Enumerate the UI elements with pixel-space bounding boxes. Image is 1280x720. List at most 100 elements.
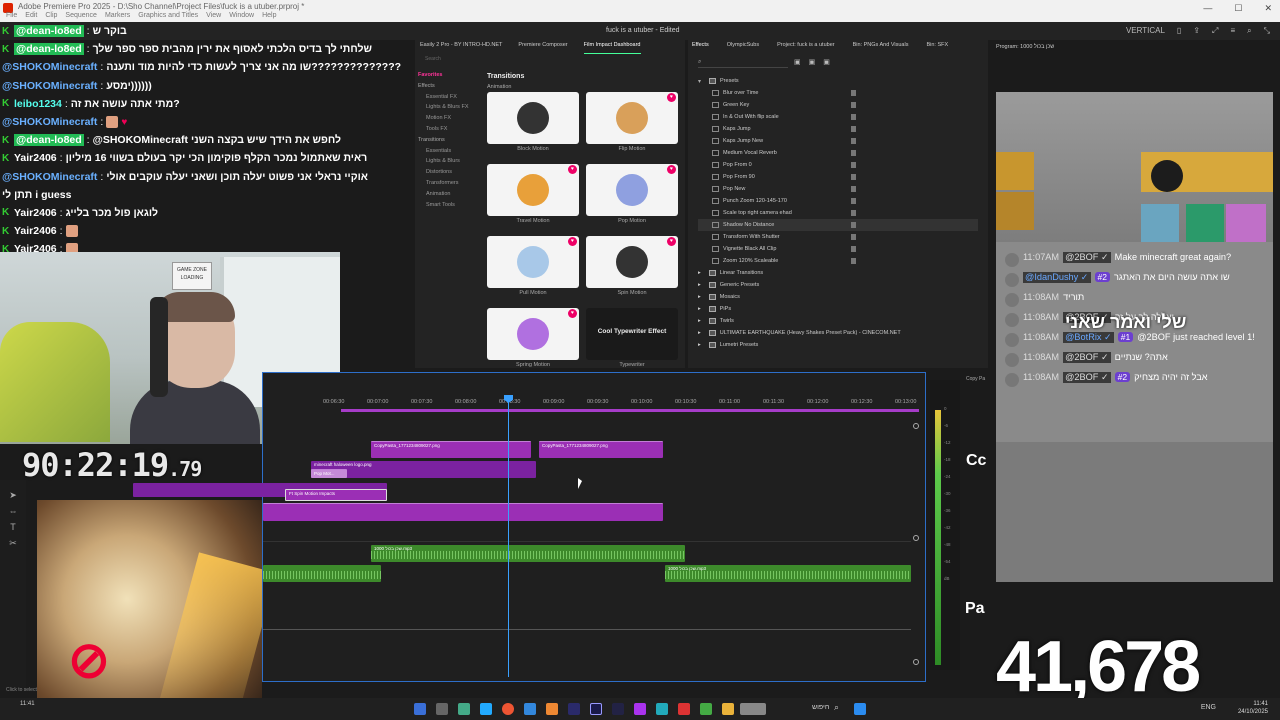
- track-scroll-icon[interactable]: [913, 423, 919, 429]
- audition-icon[interactable]: [568, 703, 580, 715]
- chat-username[interactable]: Yair2406: [14, 152, 57, 164]
- menu-item[interactable]: Clip: [45, 12, 57, 19]
- expand-caret-icon[interactable]: ▸: [698, 330, 701, 336]
- chat-username[interactable]: @SHOKOMinecraft: [2, 80, 97, 92]
- preset-folder[interactable]: ▸ Lumetri Presets: [698, 339, 978, 351]
- fx-sidebar-item[interactable]: Lights & Blurs: [418, 158, 486, 169]
- fx-sidebar-item[interactable]: Essentials: [418, 148, 486, 159]
- effects-tab[interactable]: OlympicSubs: [727, 42, 759, 48]
- chat-username[interactable]: leibo1234: [14, 98, 62, 110]
- video-clip[interactable]: CopyPasta_1771234809027.png: [371, 441, 531, 458]
- selection-tool-icon[interactable]: ➤: [0, 490, 26, 506]
- expand-caret-icon[interactable]: ▸: [698, 294, 701, 300]
- chat-username[interactable]: @2BOF ✓: [1063, 352, 1111, 363]
- preset-item[interactable]: Green Key: [698, 99, 978, 111]
- workspace-label[interactable]: VERTICAL: [1126, 26, 1165, 36]
- preset-folder[interactable]: ▸ PiPs: [698, 303, 978, 315]
- fx-search-input[interactable]: Search: [425, 56, 485, 66]
- preset-item[interactable]: Kaps Jump: [698, 123, 978, 135]
- preset-folder[interactable]: ▸ Linear Transitions: [698, 267, 978, 279]
- panel-icon[interactable]: ▯: [1177, 26, 1181, 36]
- playhead[interactable]: [508, 395, 509, 677]
- chat-username[interactable]: @dean-lo8ed: [14, 25, 84, 38]
- fx-tab[interactable]: Film Impact Dashboard: [583, 42, 641, 54]
- menu-item[interactable]: Markers: [105, 12, 130, 19]
- track-scroll-icon[interactable]: [913, 659, 919, 665]
- fx-sidebar-item[interactable]: Animation: [418, 191, 486, 202]
- language-indicator[interactable]: ENG: [1201, 704, 1216, 711]
- menu-item[interactable]: Window: [229, 12, 254, 19]
- video-clip[interactable]: CopyPasta_1771234809027.png: [539, 441, 663, 458]
- chat-username[interactable]: @SHOKOMinecraft: [2, 61, 97, 73]
- minimize-icon[interactable]: —: [1203, 3, 1212, 14]
- accelerated-icon[interactable]: ▣: [794, 58, 801, 66]
- track-scroll-icon[interactable]: [913, 535, 919, 541]
- fx-sidebar-item[interactable]: Lights & Blurs FX: [418, 104, 486, 115]
- preset-item[interactable]: Zoom 120% Scaleable: [698, 255, 978, 267]
- preset-item[interactable]: In & Out With flip scale: [698, 111, 978, 123]
- chat-username[interactable]: @2BOF ✓: [1063, 252, 1111, 263]
- photoshop-icon[interactable]: [612, 703, 624, 715]
- fx-sidebar-item[interactable]: Motion FX: [418, 115, 486, 126]
- chat-username[interactable]: @dean-lo8ed: [14, 134, 84, 147]
- preset-item[interactable]: Scale top right camera ehad: [698, 207, 978, 219]
- preset-item[interactable]: Vignette Black All Clip: [698, 243, 978, 255]
- preset-item[interactable]: Pop From 0: [698, 159, 978, 171]
- fx-sidebar-item[interactable]: Effects: [418, 83, 486, 94]
- preset-item[interactable]: Kaps Jump New: [698, 135, 978, 147]
- fx-sidebar-item[interactable]: Essential FX: [418, 94, 486, 105]
- premiere-icon[interactable]: [590, 703, 602, 715]
- search-icon[interactable]: ⌕: [1247, 26, 1251, 36]
- app-icon[interactable]: [546, 703, 558, 715]
- fx-card[interactable]: ♥ Flip Motion: [586, 92, 678, 158]
- effects-tab[interactable]: Project: fuck is a utuber: [777, 42, 834, 48]
- favorite-heart-icon[interactable]: ♥: [667, 237, 676, 246]
- fx-sidebar-item[interactable]: Smart Tools: [418, 202, 486, 213]
- menu-item[interactable]: Sequence: [65, 12, 97, 19]
- chat-username[interactable]: @SHOKOMinecraft: [2, 171, 97, 183]
- expand-caret-icon[interactable]: ▸: [698, 282, 701, 288]
- app-icon[interactable]: [678, 703, 690, 715]
- taskbar-search[interactable]: חיפוש: [812, 704, 829, 711]
- effects-search-input[interactable]: ⌕: [698, 59, 788, 68]
- expand-icon[interactable]: ⤡: [1264, 26, 1270, 36]
- effects-tab[interactable]: Bin: PNGs And Visuals: [853, 42, 909, 48]
- expand-caret-icon[interactable]: ▸: [698, 342, 701, 348]
- fx-card[interactable]: Cool Typewriter Effect Typewriter: [586, 308, 678, 374]
- preset-item[interactable]: Transform With Shutter: [698, 231, 978, 243]
- file-explorer-icon[interactable]: [722, 703, 734, 715]
- fullscreen-icon[interactable]: ⤢: [1212, 26, 1218, 36]
- app-icon[interactable]: [700, 703, 712, 715]
- taskbar-clock[interactable]: 11:41 24/10/2025: [1238, 700, 1268, 716]
- preset-item[interactable]: Shadow No Distance: [698, 219, 978, 231]
- preset-item[interactable]: Punch Zoom 120-145-170: [698, 195, 978, 207]
- 32bit-icon[interactable]: ▣: [809, 58, 816, 66]
- audio-clip[interactable]: 1000 שכן בכול.mp3: [665, 565, 911, 582]
- close-icon[interactable]: ✕: [1264, 3, 1272, 14]
- app-icon[interactable]: [414, 703, 426, 715]
- fx-sidebar-item[interactable]: Transitions: [418, 137, 486, 148]
- menu-item[interactable]: Help: [262, 12, 276, 19]
- menu-item[interactable]: View: [206, 12, 221, 19]
- presets-folder[interactable]: ▾ Presets: [698, 75, 978, 87]
- fx-card[interactable]: Block Motion: [487, 92, 579, 158]
- type-tool-icon[interactable]: T: [0, 522, 26, 538]
- menu-icon[interactable]: ≡: [1230, 26, 1235, 36]
- preset-item[interactable]: Blur over Time: [698, 87, 978, 99]
- favorite-heart-icon[interactable]: ♥: [667, 165, 676, 174]
- favorite-heart-icon[interactable]: ♥: [568, 165, 577, 174]
- app-icon[interactable]: [524, 703, 536, 715]
- work-area-bar[interactable]: [341, 409, 919, 412]
- fx-card[interactable]: ♥ Spring Motion: [487, 308, 579, 374]
- app-icon[interactable]: [634, 703, 646, 715]
- fx-card[interactable]: ♥ Pull Motion: [487, 236, 579, 302]
- fx-card[interactable]: ♥ Spin Motion: [586, 236, 678, 302]
- fx-sidebar-item[interactable]: Transformers: [418, 180, 486, 191]
- chat-username[interactable]: Yair2406: [14, 207, 57, 219]
- time-ruler[interactable]: 00:06:3000:07:0000:07:3000:08:0000:08:30…: [323, 397, 919, 409]
- video-clip[interactable]: Pop Mot...: [311, 469, 347, 478]
- ripple-tool-icon[interactable]: ⇔: [0, 506, 26, 522]
- preset-item[interactable]: Medium Vocal Reverb: [698, 147, 978, 159]
- app-icon[interactable]: [480, 703, 492, 715]
- yuv-icon[interactable]: ▣: [823, 58, 830, 66]
